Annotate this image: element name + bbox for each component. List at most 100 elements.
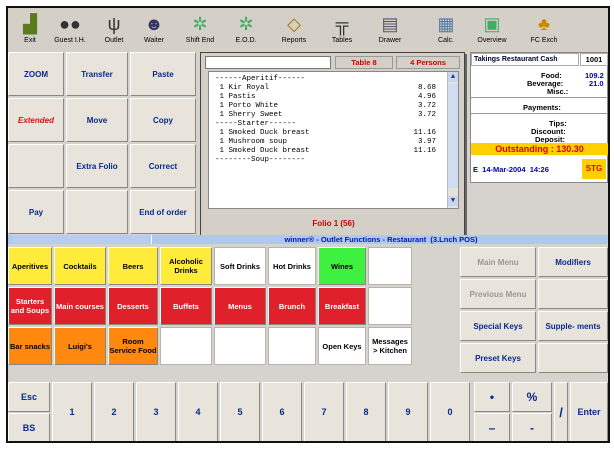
list-item[interactable]: 1 Mushroom soup 3.97 bbox=[215, 138, 458, 147]
search-input[interactable] bbox=[205, 56, 331, 69]
category-luigis[interactable]: Luigi's bbox=[54, 327, 106, 365]
order-lines-list[interactable]: ------Aperitif------ 1 Kir Royal 8.68 1 P… bbox=[208, 71, 459, 209]
empty-right-button[interactable] bbox=[538, 279, 608, 309]
key-9[interactable]: 9 bbox=[388, 382, 428, 441]
category-menus[interactable]: Menus bbox=[214, 287, 266, 325]
persons-label[interactable]: 4 Persons bbox=[396, 56, 460, 69]
payments-label: Payments: bbox=[523, 103, 561, 112]
extended-button[interactable]: Extended bbox=[8, 98, 64, 142]
backspace-key[interactable]: BS bbox=[8, 413, 50, 441]
percent-key[interactable]: % bbox=[512, 382, 552, 412]
list-item[interactable]: 1 Smoked Duck breast 11.16 bbox=[215, 129, 458, 138]
dash-key[interactable]: - bbox=[512, 413, 552, 441]
empty-left-button-2[interactable] bbox=[66, 190, 128, 234]
toolbar-waiter[interactable]: ☻ Waiter bbox=[136, 10, 172, 50]
key-4[interactable]: 4 bbox=[178, 382, 218, 441]
toolbar-outlet[interactable]: ψ Outlet bbox=[96, 10, 132, 50]
modifiers-button[interactable]: Modifiers bbox=[538, 247, 608, 277]
misc-label: Misc.: bbox=[547, 87, 569, 96]
category-soft-drinks[interactable]: Soft Drinks bbox=[214, 247, 266, 285]
main-menu-button[interactable]: Main Menu bbox=[460, 247, 536, 277]
special-keys-button[interactable]: Special Keys bbox=[460, 311, 536, 341]
folio-label[interactable]: Folio 1 (56) bbox=[201, 219, 466, 228]
toolbar-fc-exchange[interactable]: ♣ FC Exch bbox=[526, 10, 562, 50]
extra-folio-button[interactable]: Extra Folio bbox=[66, 144, 128, 188]
category-alcoholic-drinks[interactable]: Alcoholic Drinks bbox=[160, 247, 212, 285]
list-item[interactable]: -----Starter------ bbox=[215, 120, 458, 129]
category-hot-drinks[interactable]: Hot Drinks bbox=[268, 247, 316, 285]
empty-category-button[interactable] bbox=[368, 247, 412, 285]
zoom-button[interactable]: ZOOM bbox=[8, 52, 64, 96]
key-0[interactable]: 0 bbox=[430, 382, 470, 441]
list-item[interactable]: 1 Smoked Duck breast 11.16 bbox=[215, 147, 458, 156]
list-item[interactable]: ------Aperitif------ bbox=[215, 75, 458, 84]
minus-key[interactable]: – bbox=[474, 413, 510, 441]
stg-badge[interactable]: STG bbox=[582, 159, 606, 179]
key-7[interactable]: 7 bbox=[304, 382, 344, 441]
toolbar-exit[interactable]: ▟ Exit bbox=[12, 10, 48, 50]
key-6[interactable]: 6 bbox=[262, 382, 302, 441]
toolbar-tables[interactable]: ╦ Tables bbox=[324, 10, 360, 50]
key-1[interactable]: 1 bbox=[52, 382, 92, 441]
category-aperitives[interactable]: Aperitives bbox=[8, 247, 52, 285]
toolbar-guest[interactable]: ●● Guest I.H. bbox=[52, 10, 88, 50]
list-item[interactable]: --------Soup-------- bbox=[215, 156, 458, 165]
toolbar-eod[interactable]: ✲ E.O.D. bbox=[228, 10, 264, 50]
key-8[interactable]: 8 bbox=[346, 382, 386, 441]
move-button[interactable]: Move bbox=[66, 98, 128, 142]
category-cocktails[interactable]: Cocktails bbox=[54, 247, 106, 285]
toolbar-calc[interactable]: ▦ Calc. bbox=[428, 10, 464, 50]
list-item[interactable]: 1 Porto White 3.72 bbox=[215, 102, 458, 111]
category-brunch[interactable]: Brunch bbox=[268, 287, 316, 325]
esc-key[interactable]: Esc bbox=[8, 382, 50, 412]
enter-key[interactable]: Enter bbox=[570, 382, 608, 441]
key-5[interactable]: 5 bbox=[220, 382, 260, 441]
dot-key[interactable]: • bbox=[474, 382, 510, 412]
end-of-order-button[interactable]: End of order bbox=[130, 190, 196, 234]
key-3[interactable]: 3 bbox=[136, 382, 176, 441]
category-main-courses[interactable]: Main courses bbox=[54, 287, 106, 325]
empty-category-button[interactable] bbox=[160, 327, 212, 365]
category-room-service-food[interactable]: Room Service Food bbox=[108, 327, 158, 365]
scroll-thumb[interactable] bbox=[448, 84, 458, 188]
toolbar-overview[interactable]: ▣ Overview bbox=[474, 10, 510, 50]
category-breakfast[interactable]: Breakfast bbox=[318, 287, 366, 325]
takings-id: 1001 bbox=[580, 53, 608, 66]
supplements-button[interactable]: Supple- ments bbox=[538, 311, 608, 341]
category-desserts[interactable]: Desserts bbox=[108, 287, 158, 325]
category-starters-and-soups[interactable]: Starters and Soups bbox=[8, 287, 52, 325]
status-text: winner® - Outlet Functions - Restaurant … bbox=[284, 235, 478, 244]
category-buffets[interactable]: Buffets bbox=[160, 287, 212, 325]
empty-category-button[interactable] bbox=[368, 287, 412, 325]
previous-menu-button[interactable]: Previous Menu bbox=[460, 279, 536, 309]
empty-right-button-2[interactable] bbox=[538, 343, 608, 373]
paste-button[interactable]: Paste bbox=[130, 52, 196, 96]
toolbar-shift-end[interactable]: ✲ Shift End bbox=[182, 10, 218, 50]
empty-category-button[interactable] bbox=[268, 327, 316, 365]
outlet-icon: ψ bbox=[107, 14, 121, 34]
category-bar-snacks[interactable]: Bar snacks bbox=[8, 327, 52, 365]
list-item[interactable]: 1 Sherry Sweet 3.72 bbox=[215, 111, 458, 120]
scrollbar[interactable]: ▲ ▼ bbox=[447, 72, 458, 208]
list-item[interactable]: 1 Pastis 4.96 bbox=[215, 93, 458, 102]
toolbar-drawer[interactable]: ▤ Drawer bbox=[372, 10, 408, 50]
list-item[interactable]: 1 Kir Royal 8.68 bbox=[215, 84, 458, 93]
empty-left-button[interactable] bbox=[8, 144, 64, 188]
preset-keys-button[interactable]: Preset Keys bbox=[460, 343, 536, 373]
category-beers[interactable]: Beers bbox=[108, 247, 158, 285]
transfer-button[interactable]: Transfer bbox=[66, 52, 128, 96]
correct-button[interactable]: Correct bbox=[130, 144, 196, 188]
key-2[interactable]: 2 bbox=[94, 382, 134, 441]
scroll-down-icon[interactable]: ▼ bbox=[448, 196, 458, 206]
empty-category-button[interactable] bbox=[214, 327, 266, 365]
guest-icon: ●● bbox=[59, 14, 81, 34]
table-label[interactable]: Table 8 bbox=[335, 56, 393, 69]
messages-kitchen-button[interactable]: Messages > Kitchen bbox=[368, 327, 412, 365]
copy-button[interactable]: Copy bbox=[130, 98, 196, 142]
pay-button[interactable]: Pay bbox=[8, 190, 64, 234]
scroll-up-icon[interactable]: ▲ bbox=[448, 72, 458, 82]
toolbar-reports[interactable]: ◇ Reports bbox=[276, 10, 312, 50]
category-wines[interactable]: Wines bbox=[318, 247, 366, 285]
slash-key[interactable]: / bbox=[554, 382, 568, 441]
open-keys-button[interactable]: Open Keys bbox=[318, 327, 366, 365]
